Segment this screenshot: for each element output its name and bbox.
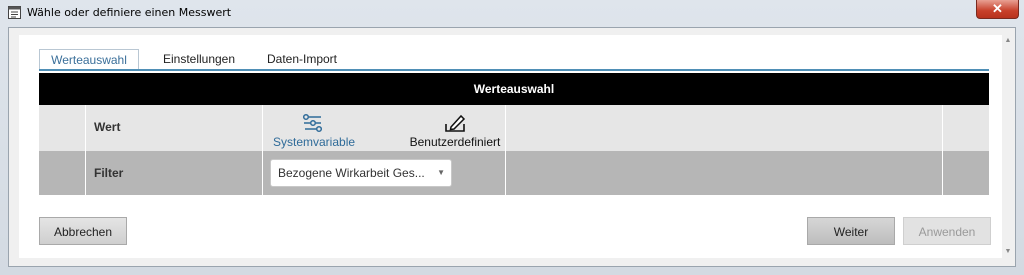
next-button[interactable]: Weiter	[807, 217, 895, 245]
tab-label: Einstellungen	[162, 52, 236, 66]
row-action-cell	[943, 105, 989, 151]
option-systemvariable[interactable]: Systemvariable	[273, 113, 356, 149]
tab-underline	[39, 69, 989, 71]
apply-button[interactable]: Anwenden	[903, 217, 991, 245]
row-wert: Wert Systemvariable Benutzerdefiniert	[39, 105, 989, 151]
dialog-window: Wähle oder definiere einen Messwert ✕ We…	[0, 0, 1024, 275]
option-label: Benutzerdefiniert	[409, 135, 501, 149]
close-button[interactable]: ✕	[976, 0, 1019, 19]
row-gutter	[39, 105, 86, 151]
row-label-wert: Wert	[94, 120, 121, 134]
filter-select-value: Bezogene Wirkarbeit Ges...	[278, 166, 425, 180]
scroll-down-icon[interactable]: ▼	[1002, 246, 1014, 258]
window-title: Wähle oder definiere einen Messwert	[27, 6, 232, 19]
tab-label: Daten-Import	[266, 52, 338, 66]
row-filter: Filter Bezogene Wirkarbeit Ges... ▼	[39, 151, 989, 195]
content-panel: Werteauswahl Einstellungen Daten-Import …	[19, 35, 1003, 258]
grid-header: Werteauswahl	[39, 73, 989, 105]
option-benutzerdefiniert[interactable]: Benutzerdefiniert	[405, 113, 505, 149]
row-label-filter: Filter	[94, 166, 124, 180]
tab-werteauswahl[interactable]: Werteauswahl	[39, 49, 139, 69]
filter-select[interactable]: Bezogene Wirkarbeit Ges... ▼	[270, 159, 452, 187]
cancel-button[interactable]: Abbrechen	[39, 217, 127, 245]
close-icon: ✕	[992, 1, 1003, 16]
row-label-cell: Wert	[86, 105, 263, 151]
row-label-cell: Filter	[86, 151, 263, 195]
row-gutter	[39, 151, 86, 195]
value-options-cell: Systemvariable Benutzerdefiniert	[263, 105, 506, 151]
row-action-cell	[943, 151, 989, 195]
edit-pen-icon	[445, 114, 466, 132]
system-variable-icon	[302, 113, 323, 133]
scroll-up-icon[interactable]: ▲	[1002, 35, 1014, 47]
title-bar[interactable]: Wähle oder definiere einen Messwert ✕	[0, 0, 1024, 26]
vertical-scrollbar[interactable]: ▲ ▼	[1002, 35, 1014, 258]
tab-label: Werteauswahl	[51, 53, 127, 67]
filter-select-cell: Bezogene Wirkarbeit Ges... ▼	[263, 151, 506, 195]
option-label: Systemvariable	[273, 135, 356, 149]
dialog-client-area: Werteauswahl Einstellungen Daten-Import …	[8, 27, 1016, 267]
tab-einstellungen[interactable]: Einstellungen	[151, 49, 247, 69]
app-window-icon	[8, 6, 21, 19]
tab-daten-import[interactable]: Daten-Import	[257, 49, 347, 69]
row-spacer	[506, 105, 943, 151]
row-spacer	[506, 151, 943, 195]
chevron-down-icon: ▼	[437, 168, 445, 177]
